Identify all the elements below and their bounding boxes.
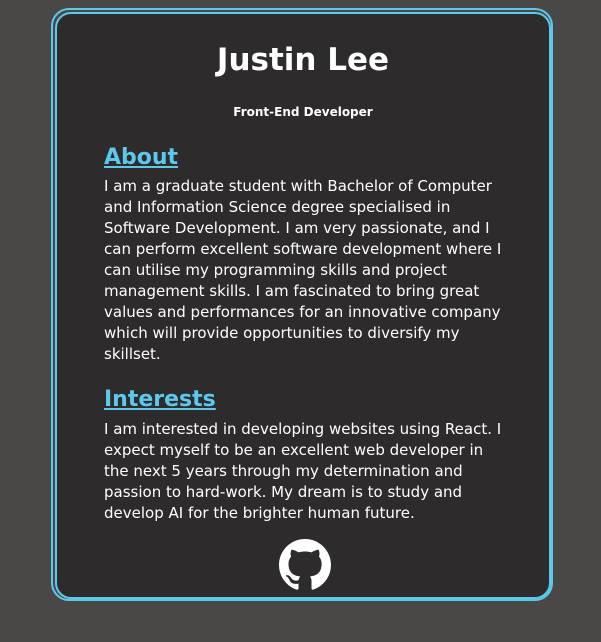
- about-text: I am a graduate student with Bachelor of…: [104, 177, 502, 363]
- about-heading: About: [104, 145, 179, 170]
- interests-heading: Interests: [104, 387, 216, 412]
- github-link[interactable]: [279, 539, 331, 591]
- profile-card-border: Justin Lee Front-End Developer About I a…: [51, 8, 553, 601]
- profile-role: Front-End Developer: [233, 105, 373, 119]
- github-icon: [279, 539, 331, 590]
- profile-card: Justin Lee Front-End Developer About I a…: [55, 12, 551, 599]
- profile-name: Justin Lee: [216, 42, 390, 78]
- interests-text: I am interested in developing websites u…: [104, 420, 502, 522]
